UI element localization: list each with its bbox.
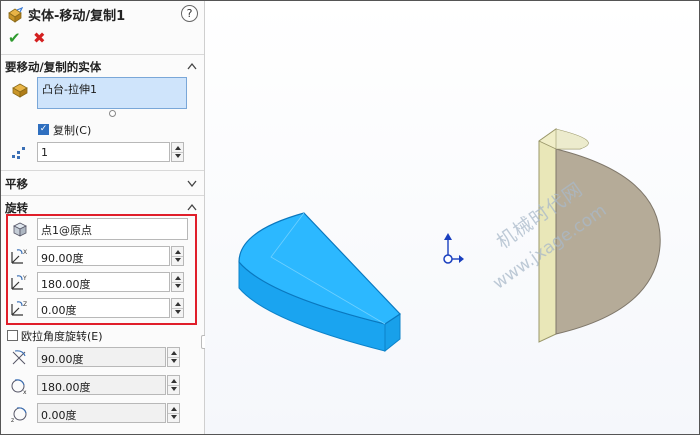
section-divider [1,195,204,196]
copy-checkbox-label: 复制(C) [53,124,92,137]
list-item[interactable]: 凸台-拉伸1 [42,81,97,97]
copies-stepper[interactable] [171,142,184,162]
copy-count-icon [12,147,25,159]
svg-text:x: x [23,389,27,396]
body-selection-icon [12,83,28,98]
euler-angle-2-value: 180.00度 [41,381,91,394]
chevron-up-icon[interactable] [187,62,197,70]
svg-text:z: z [11,417,14,424]
property-manager-panel: 实体-移动/复制1 ? ✔ ✖ 要移动/复制的实体 凸台-拉伸1 ✓ 复制(C)… [1,1,205,434]
euler-rotation-label: 欧拉角度旋转(E) [21,330,103,343]
help-icon[interactable]: ? [181,5,198,22]
euler-angle-3-stepper[interactable] [167,403,180,423]
origin-triad [443,233,464,264]
bodies-selection-list[interactable]: 凸台-拉伸1 [37,77,187,109]
panel-title: 实体-移动/复制1 [28,9,126,24]
euler-angle-2-stepper[interactable] [167,375,180,395]
section-divider [1,170,204,171]
euler-angle-2-input[interactable]: 180.00度 [37,375,166,395]
ok-button[interactable]: ✔ [8,29,21,47]
bodies-section-title: 要移动/复制的实体 [5,60,102,74]
section-divider [1,54,204,55]
translate-section-title[interactable]: 平移 [5,176,28,192]
move-copy-body-icon [8,7,23,23]
chevron-down-icon[interactable] [187,179,197,187]
3d-scene [238,128,661,353]
euler-spin-icon: z [11,407,27,424]
euler-nutation-icon: x [11,379,27,396]
euler-angle-3-value: 0.00度 [41,409,77,422]
extruded-body-blue[interactable] [238,212,401,353]
copies-input[interactable]: 1 [37,142,170,162]
euler-precession-icon [12,350,26,365]
euler-angle-1-input[interactable]: 90.00度 [37,347,166,367]
graphics-viewport[interactable] [205,1,699,434]
euler-angle-3-input[interactable]: 0.00度 [37,403,166,423]
copies-value: 1 [41,146,48,159]
cancel-button[interactable]: ✖ [33,29,46,47]
copy-checkbox[interactable]: ✓ [38,124,49,135]
euler-angle-1-stepper[interactable] [167,347,180,367]
highlight-box [6,214,197,325]
euler-angle-1-value: 90.00度 [41,353,84,366]
chevron-up-icon[interactable] [187,203,197,211]
euler-rotation-checkbox[interactable] [7,330,18,341]
list-resize-handle[interactable] [109,110,116,117]
